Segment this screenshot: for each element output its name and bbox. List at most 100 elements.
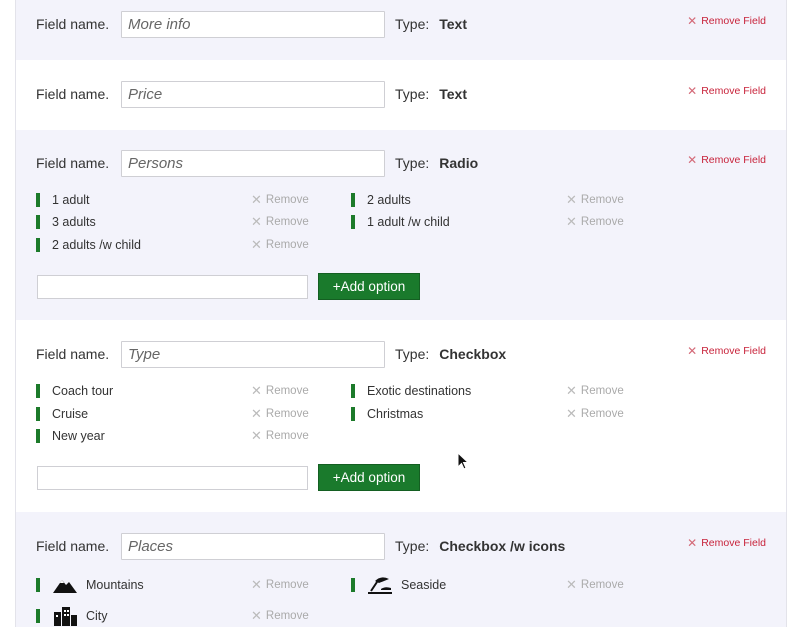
city-icon	[54, 607, 77, 626]
remove-label: Remove	[265, 216, 309, 228]
close-icon: ✕	[687, 84, 698, 98]
close-icon: ✕	[687, 536, 698, 550]
remove-field-button[interactable]: ✕ Remove Field	[687, 153, 766, 167]
remove-label: Remove	[265, 430, 309, 442]
remove-label: Remove	[580, 579, 624, 591]
close-icon: ✕	[687, 14, 698, 28]
field-name-input[interactable]: Type	[121, 340, 385, 368]
option-item: 2 adults /w child	[36, 237, 141, 253]
remove-option-button[interactable]: ✕ Remove	[566, 577, 624, 593]
remove-option-button[interactable]: ✕ Remove	[251, 214, 309, 230]
field-name-input[interactable]: Persons	[121, 149, 385, 177]
option-item: Cruise	[36, 406, 88, 422]
option-label: Mountains	[86, 578, 144, 592]
remove-option-button[interactable]: ✕ Remove	[251, 237, 309, 253]
option-item: Christmas	[351, 406, 423, 422]
remove-option-button[interactable]: ✕ Remove	[251, 383, 309, 399]
remove-option-button[interactable]: ✕ Remove	[251, 428, 309, 444]
option-item: Coach tour	[36, 383, 113, 399]
field-name-label: Field name.	[36, 86, 110, 102]
seaside-icon	[368, 577, 392, 594]
close-icon: ✕	[251, 192, 262, 207]
remove-field-button[interactable]: ✕ Remove Field	[687, 536, 766, 550]
field-name-label: Field name.	[36, 155, 110, 171]
option-item: Exotic destinations	[351, 383, 471, 399]
field-block-more-info: Field name. More info Type: Text ✕ Remov…	[16, 0, 786, 60]
close-icon: ✕	[251, 577, 262, 592]
type-label: Type:	[395, 346, 430, 362]
remove-label: Remove	[265, 579, 309, 591]
close-icon: ✕	[251, 428, 262, 443]
field-name-label: Field name.	[36, 16, 110, 32]
field-name-input[interactable]: More info	[121, 10, 385, 38]
type-label: Type:	[395, 16, 430, 32]
remove-label: Remove	[265, 408, 309, 420]
remove-field-button[interactable]: ✕ Remove Field	[687, 344, 766, 358]
close-icon: ✕	[251, 237, 262, 252]
remove-option-button[interactable]: ✕ Remove	[566, 406, 624, 422]
remove-label: Remove	[580, 216, 624, 228]
field-type-value: Text	[439, 16, 467, 32]
remove-option-button[interactable]: ✕ Remove	[566, 383, 624, 399]
option-item: 3 adults	[36, 214, 96, 230]
option-label: 2 adults	[367, 193, 411, 207]
option-marker	[36, 609, 40, 623]
close-icon: ✕	[687, 344, 698, 358]
remove-option-button[interactable]: ✕ Remove	[251, 406, 309, 422]
option-label: Coach tour	[52, 384, 114, 398]
new-option-input[interactable]	[37, 275, 308, 299]
option-marker	[36, 238, 40, 252]
mouse-cursor-icon	[457, 452, 470, 470]
add-option-button[interactable]: +Add option	[318, 464, 420, 491]
option-item: Mountains	[36, 574, 144, 596]
option-marker	[36, 407, 40, 421]
close-icon: ✕	[566, 214, 577, 229]
remove-field-label: Remove Field	[701, 85, 766, 97]
option-marker	[351, 193, 355, 207]
remove-label: Remove	[265, 194, 309, 206]
remove-label: Remove	[580, 408, 624, 420]
field-name-label: Field name.	[36, 346, 110, 362]
remove-option-button[interactable]: ✕ Remove	[251, 192, 309, 208]
remove-field-button[interactable]: ✕ Remove Field	[687, 14, 766, 28]
option-label: New year	[52, 429, 105, 443]
option-marker	[351, 384, 355, 398]
remove-option-button[interactable]: ✕ Remove	[251, 577, 309, 593]
remove-option-button[interactable]: ✕ Remove	[566, 214, 624, 230]
close-icon: ✕	[566, 383, 577, 398]
option-label: 2 adults /w child	[52, 238, 141, 252]
field-block-places: Field name. Places Type: Checkbox /w ico…	[16, 512, 786, 627]
option-marker	[36, 215, 40, 229]
close-icon: ✕	[251, 608, 262, 623]
option-marker	[351, 215, 355, 229]
remove-field-label: Remove Field	[701, 15, 766, 27]
remove-label: Remove	[265, 385, 309, 397]
option-marker	[36, 193, 40, 207]
close-icon: ✕	[251, 383, 262, 398]
close-icon: ✕	[566, 577, 577, 592]
remove-option-button[interactable]: ✕ Remove	[251, 608, 309, 624]
fields-list: Field name. More info Type: Text ✕ Remov…	[15, 0, 787, 627]
remove-option-button[interactable]: ✕ Remove	[566, 192, 624, 208]
field-name-input[interactable]: Places	[121, 532, 385, 560]
option-label: City	[86, 609, 108, 623]
field-type-value: Checkbox	[439, 346, 507, 362]
field-type-value: Radio	[439, 155, 479, 171]
type-label: Type:	[395, 155, 430, 171]
remove-field-button[interactable]: ✕ Remove Field	[687, 84, 766, 98]
option-label: 1 adult /w child	[367, 215, 450, 229]
option-marker	[351, 578, 355, 592]
option-item: 2 adults	[351, 192, 411, 208]
option-label: 3 adults	[52, 215, 96, 229]
remove-field-label: Remove Field	[701, 154, 766, 166]
add-option-button[interactable]: +Add option	[318, 273, 420, 300]
new-option-input[interactable]	[37, 466, 308, 490]
option-label: Christmas	[367, 407, 424, 421]
close-icon: ✕	[251, 406, 262, 421]
field-block-persons: Field name. Persons Type: Radio ✕ Remove…	[16, 130, 786, 320]
close-icon: ✕	[687, 153, 698, 167]
field-name-input[interactable]: Price	[121, 80, 385, 108]
field-name-label: Field name.	[36, 538, 110, 554]
option-item: City	[36, 605, 108, 627]
remove-label: Remove	[265, 610, 309, 622]
